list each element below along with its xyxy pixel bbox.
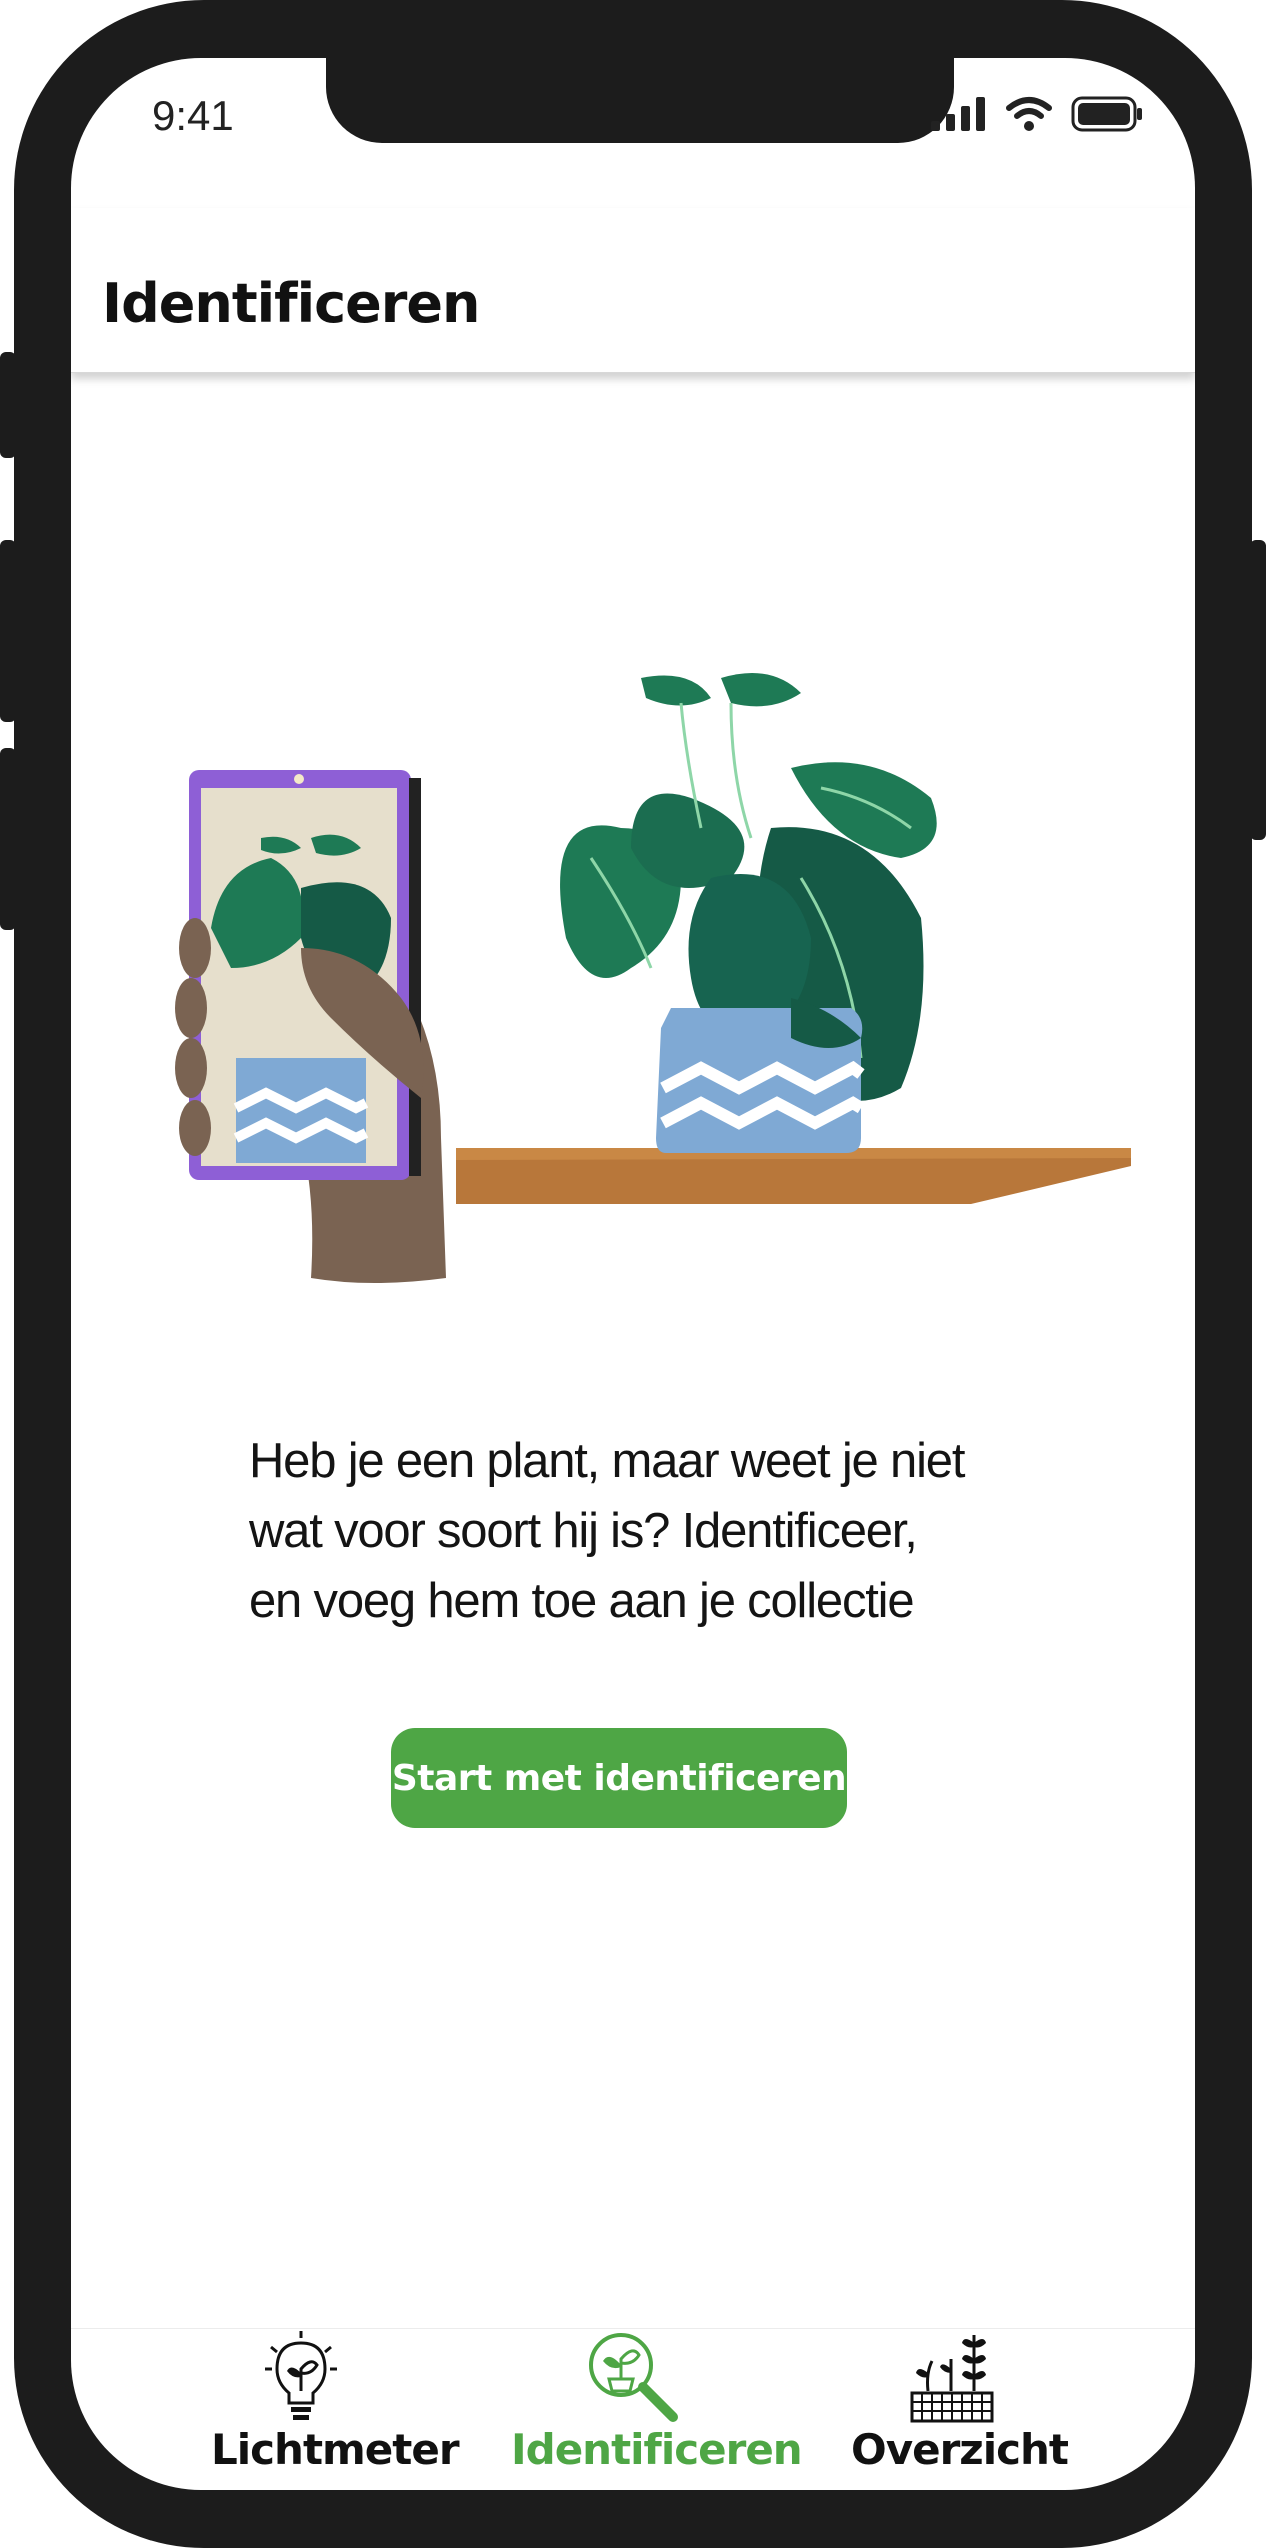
nav-label-overzicht: Overzicht bbox=[851, 2425, 1069, 2474]
battery-icon bbox=[1071, 96, 1142, 132]
device-volume-up bbox=[0, 540, 16, 722]
intro-text: Heb je een plant, maar weet je niet wat … bbox=[249, 1426, 1069, 1636]
nav-label-lichtmeter: Lichtmeter bbox=[211, 2425, 460, 2474]
start-identify-button[interactable]: Start met identificeren bbox=[391, 1728, 847, 1828]
lightbulb-plant-icon bbox=[265, 2331, 337, 2420]
status-icons bbox=[931, 96, 1143, 132]
identify-plant-illustration bbox=[175, 673, 1131, 1283]
device-mute-switch bbox=[0, 352, 16, 458]
device-volume-down bbox=[0, 748, 16, 930]
nav-label-identificeren: Identificeren bbox=[511, 2425, 803, 2474]
notch bbox=[326, 58, 954, 143]
intro-line-3: en voeg hem toe aan je collectie bbox=[249, 1574, 915, 1628]
intro-line-1: Heb je een plant, maar weet je niet bbox=[249, 1434, 965, 1488]
plant-magnifier-icon bbox=[589, 2333, 678, 2422]
app-bar: Identificeren bbox=[71, 208, 1195, 373]
bottom-nav: Lichtmeter Identificeren Overzicht bbox=[71, 2328, 1195, 2490]
device-power-button bbox=[1250, 540, 1266, 840]
plants-grid-icon bbox=[910, 2335, 994, 2423]
page-title: Identificeren bbox=[102, 272, 480, 335]
nav-item-overzicht[interactable]: Overzicht bbox=[851, 2329, 1069, 2474]
intro-line-2: wat voor soort hij is? Identificeer, bbox=[249, 1504, 918, 1558]
nav-item-identificeren[interactable]: Identificeren bbox=[511, 2329, 803, 2474]
wifi-icon bbox=[1006, 97, 1052, 131]
screen: 9:41 Identificeren Heb je een plant, maa… bbox=[71, 58, 1195, 2490]
signal-icon bbox=[931, 97, 985, 131]
status-time: 9:41 bbox=[152, 92, 234, 139]
nav-item-lichtmeter[interactable]: Lichtmeter bbox=[211, 2329, 460, 2474]
